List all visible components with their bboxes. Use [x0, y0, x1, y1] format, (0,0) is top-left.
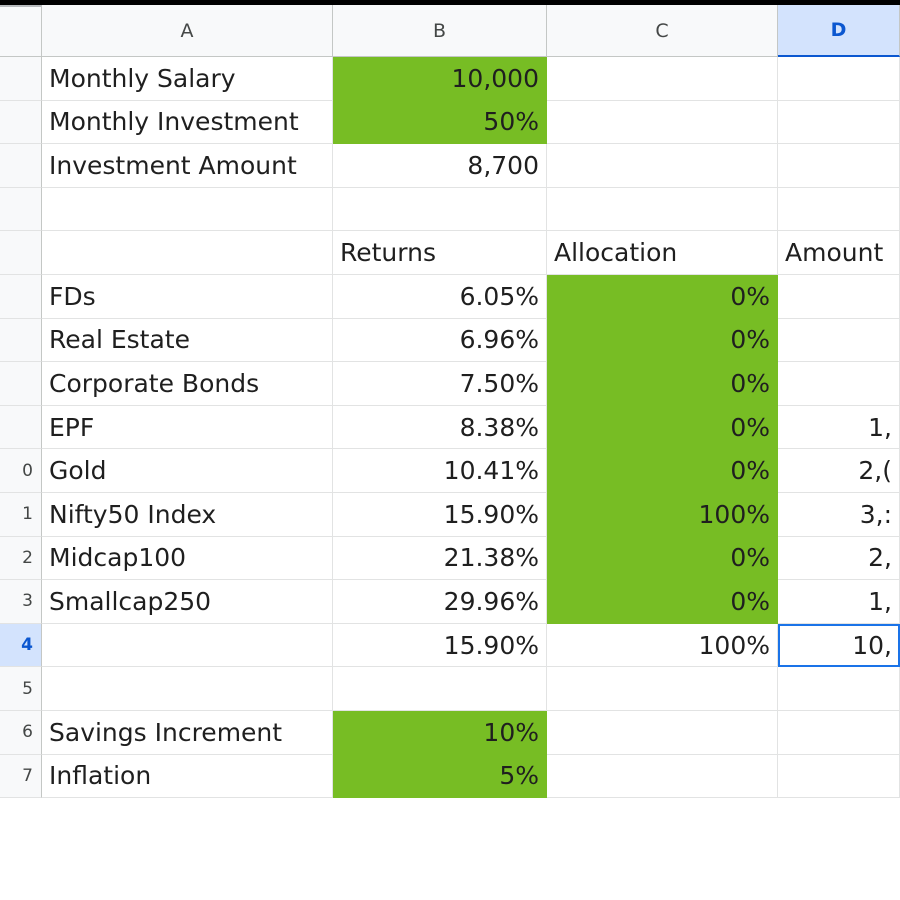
- cell-a-epf[interactable]: EPF: [42, 405, 333, 450]
- cell-d-epf-amount[interactable]: 1,: [778, 405, 900, 450]
- row-header[interactable]: [0, 144, 42, 188]
- cell-b-weighted-returns[interactable]: 15.90%: [333, 623, 547, 668]
- cell-b-monthly-investment[interactable]: 50%: [333, 100, 547, 145]
- row-header[interactable]: [0, 100, 42, 145]
- row-header[interactable]: [0, 362, 42, 406]
- row-header-selected[interactable]: 4: [0, 623, 42, 668]
- cell-d[interactable]: [778, 754, 900, 799]
- cell-b-epf-returns[interactable]: 8.38%: [333, 405, 547, 450]
- cell-d[interactable]: [778, 667, 900, 711]
- cell-b[interactable]: [333, 187, 547, 232]
- cell-b-monthly-salary[interactable]: 10,000: [333, 57, 547, 101]
- column-header-c[interactable]: C: [547, 5, 778, 57]
- cell-c-real-estate-allocation[interactable]: 0%: [547, 318, 778, 363]
- cell-a-monthly-investment[interactable]: Monthly Investment: [42, 100, 333, 145]
- cell-c-gold-allocation[interactable]: 0%: [547, 449, 778, 493]
- cell-d[interactable]: [778, 187, 900, 232]
- cell-b-real-estate-returns[interactable]: 6.96%: [333, 318, 547, 363]
- cell-a-investment-amount[interactable]: Investment Amount: [42, 144, 333, 188]
- cell-c-corporate-bonds-allocation[interactable]: 0%: [547, 362, 778, 406]
- row-header[interactable]: 5: [0, 667, 42, 711]
- cell-d-smallcap250-amount[interactable]: 1,: [778, 580, 900, 624]
- cell-d-total-amount-active[interactable]: 10,: [778, 623, 900, 668]
- cell-a[interactable]: [42, 667, 333, 711]
- cell-a-monthly-salary[interactable]: Monthly Salary: [42, 57, 333, 101]
- cell-d[interactable]: [778, 144, 900, 188]
- cell-c[interactable]: [547, 100, 778, 145]
- row-header[interactable]: [0, 187, 42, 232]
- cell-a-fds[interactable]: FDs: [42, 274, 333, 319]
- cell-a-inflation[interactable]: Inflation: [42, 754, 333, 799]
- cell-d-midcap100-amount[interactable]: 2,: [778, 536, 900, 581]
- cell-d[interactable]: [778, 57, 900, 101]
- row-header[interactable]: 1: [0, 492, 42, 537]
- cell-c[interactable]: [547, 667, 778, 711]
- row-header[interactable]: 6: [0, 710, 42, 755]
- blank-area-below-grid: [0, 803, 900, 900]
- cell-a-smallcap250[interactable]: Smallcap250: [42, 580, 333, 624]
- cell-d[interactable]: [778, 100, 900, 145]
- row-header[interactable]: [0, 231, 42, 275]
- cell-c-total-allocation[interactable]: 100%: [547, 623, 778, 668]
- cell-c[interactable]: [547, 187, 778, 232]
- row-header[interactable]: [0, 57, 42, 101]
- cell-a-midcap100[interactable]: Midcap100: [42, 536, 333, 581]
- cell-c-midcap100-allocation[interactable]: 0%: [547, 536, 778, 581]
- row-header[interactable]: [0, 274, 42, 319]
- cell-d[interactable]: [778, 710, 900, 755]
- cell-b-midcap100-returns[interactable]: 21.38%: [333, 536, 547, 581]
- cell-a-savings-increment[interactable]: Savings Increment: [42, 710, 333, 755]
- cell-b-inflation[interactable]: 5%: [333, 754, 547, 799]
- cell-a-nifty50-index[interactable]: Nifty50 Index: [42, 492, 333, 537]
- cell-b-smallcap250-returns[interactable]: 29.96%: [333, 580, 547, 624]
- row-header[interactable]: [0, 318, 42, 363]
- cell-a-gold[interactable]: Gold: [42, 449, 333, 493]
- spreadsheet-grid: A B C D Monthly Salary 10,000 Monthly In…: [0, 5, 900, 803]
- cell-c[interactable]: [547, 710, 778, 755]
- cell-b[interactable]: [333, 667, 547, 711]
- cell-a[interactable]: [42, 231, 333, 275]
- cell-c-epf-allocation[interactable]: 0%: [547, 405, 778, 450]
- cell-c-allocation-header[interactable]: Allocation: [547, 231, 778, 275]
- cell-a-real-estate[interactable]: Real Estate: [42, 318, 333, 363]
- spreadsheet-screen: A B C D Monthly Salary 10,000 Monthly In…: [0, 0, 900, 900]
- cell-c-smallcap250-allocation[interactable]: 0%: [547, 580, 778, 624]
- cell-b-gold-returns[interactable]: 10.41%: [333, 449, 547, 493]
- cell-d-corporate-bonds-amount[interactable]: [778, 362, 900, 406]
- cell-c-fds-allocation[interactable]: 0%: [547, 274, 778, 319]
- row-header[interactable]: 0: [0, 449, 42, 493]
- row-header[interactable]: [0, 405, 42, 450]
- row-header[interactable]: 3: [0, 580, 42, 624]
- column-header-d[interactable]: D: [778, 5, 900, 57]
- select-all-corner[interactable]: [0, 5, 42, 57]
- cell-d-amount-header[interactable]: Amount: [778, 231, 900, 275]
- cell-c[interactable]: [547, 144, 778, 188]
- cell-b-investment-amount[interactable]: 8,700: [333, 144, 547, 188]
- cell-a-corporate-bonds[interactable]: Corporate Bonds: [42, 362, 333, 406]
- cell-d-nifty50-amount[interactable]: 3,:: [778, 492, 900, 537]
- cell-c[interactable]: [547, 754, 778, 799]
- column-header-b[interactable]: B: [333, 5, 547, 57]
- cell-a[interactable]: [42, 187, 333, 232]
- cell-b-corporate-bonds-returns[interactable]: 7.50%: [333, 362, 547, 406]
- row-header[interactable]: 2: [0, 536, 42, 581]
- row-header[interactable]: 7: [0, 754, 42, 799]
- cell-b-fds-returns[interactable]: 6.05%: [333, 274, 547, 319]
- column-header-a[interactable]: A: [42, 5, 333, 57]
- cell-b-nifty50-returns[interactable]: 15.90%: [333, 492, 547, 537]
- cell-d-gold-amount[interactable]: 2,(: [778, 449, 900, 493]
- cell-b-savings-increment[interactable]: 10%: [333, 710, 547, 755]
- cell-c-nifty50-allocation[interactable]: 100%: [547, 492, 778, 537]
- cell-d-fds-amount[interactable]: [778, 274, 900, 319]
- cell-c[interactable]: [547, 57, 778, 101]
- cell-a[interactable]: [42, 623, 333, 668]
- cell-d-real-estate-amount[interactable]: [778, 318, 900, 363]
- cell-b-returns-header[interactable]: Returns: [333, 231, 547, 275]
